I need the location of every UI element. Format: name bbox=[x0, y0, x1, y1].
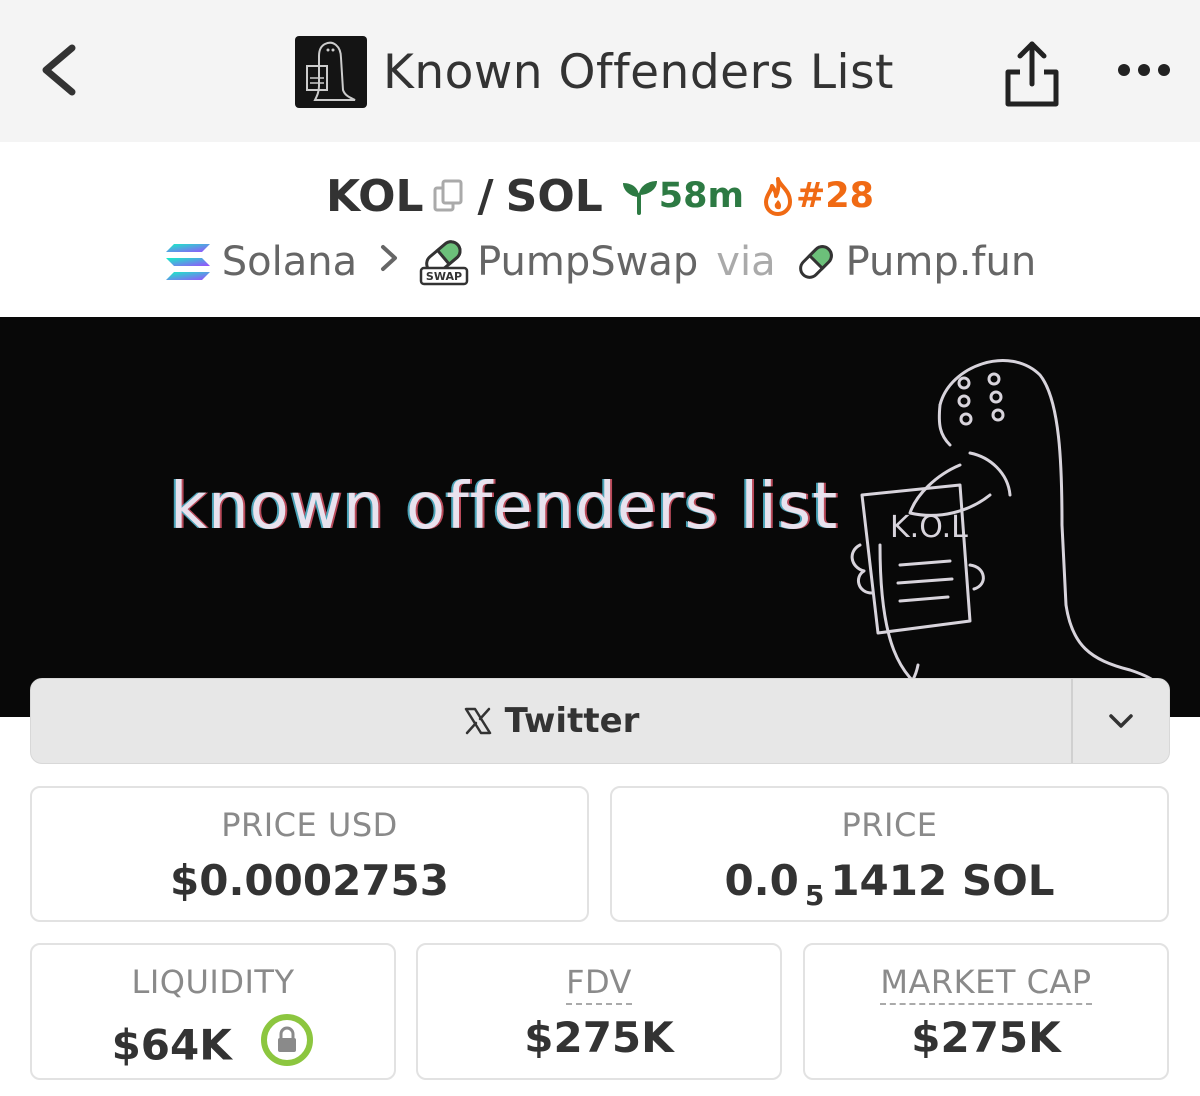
price-native-card: PRICE 0.0 5 1412 SOL bbox=[610, 786, 1169, 922]
fdv-label: FDV bbox=[566, 963, 632, 1005]
liquidity-card: LIQUIDITY $64K bbox=[30, 943, 396, 1080]
top-bar: Known Offenders List bbox=[0, 0, 1200, 142]
pair-quote-symbol: SOL bbox=[505, 170, 603, 222]
price-digits: 1412 SOL bbox=[830, 856, 1055, 905]
trending-rank[interactable]: #28 bbox=[760, 176, 874, 216]
liquidity-row: $64K bbox=[32, 1013, 394, 1077]
chevron-down-icon bbox=[1109, 714, 1133, 728]
chain-breadcrumb: Solana SWAP PumpSwap via Pump.fun bbox=[0, 234, 1200, 290]
page-title: Known Offenders List bbox=[383, 44, 894, 100]
price-native-value: 0.0 5 1412 SOL bbox=[612, 856, 1167, 912]
market-cap-value: $275K bbox=[911, 1013, 1061, 1062]
more-options-icon[interactable] bbox=[1114, 50, 1174, 90]
price-zero-count: 5 bbox=[804, 879, 825, 912]
liquidity-label: LIQUIDITY bbox=[131, 963, 295, 1001]
market-cap-label: MARKET CAP bbox=[880, 963, 1092, 1005]
fdv-value: $275K bbox=[524, 1013, 674, 1062]
network-name[interactable]: Solana bbox=[222, 239, 357, 285]
fdv-card[interactable]: FDV $275K bbox=[416, 943, 782, 1080]
social-links-bar: Twitter bbox=[30, 678, 1170, 764]
social-dropdown-button[interactable] bbox=[1073, 679, 1169, 763]
pumpswap-icon: SWAP bbox=[419, 238, 469, 286]
dex-name[interactable]: PumpSwap bbox=[477, 239, 698, 285]
x-logo-icon bbox=[464, 707, 491, 735]
seedling-icon bbox=[622, 181, 657, 215]
twitter-label: Twitter bbox=[504, 701, 640, 741]
pair-row: KOL / SOL 58m #28 bbox=[0, 166, 1200, 226]
pair-separator: / bbox=[477, 170, 494, 222]
market-cap-card[interactable]: MARKET CAP $275K bbox=[803, 943, 1169, 1080]
token-header: Known Offenders List bbox=[295, 36, 894, 108]
lock-icon[interactable] bbox=[260, 1013, 314, 1077]
banner-sign-text: K.O.L bbox=[890, 510, 968, 545]
pair-base-symbol: KOL bbox=[325, 170, 424, 222]
share-icon[interactable] bbox=[1000, 38, 1064, 108]
price-prefix: 0.0 bbox=[724, 856, 799, 905]
swap-badge-text: SWAP bbox=[426, 270, 462, 283]
pair-age-value: 58m bbox=[658, 176, 744, 216]
liquidity-value: $64K bbox=[111, 1020, 232, 1070]
solana-icon bbox=[164, 242, 212, 282]
pumpfun-icon bbox=[794, 240, 838, 284]
trending-rank-value: #28 bbox=[795, 176, 874, 216]
token-banner: known offenders list K.O.L bbox=[0, 317, 1200, 717]
price-native-label: PRICE bbox=[841, 806, 938, 844]
price-usd-card: PRICE USD $0.0002753 bbox=[30, 786, 589, 922]
price-usd-value: $0.0002753 bbox=[170, 856, 449, 905]
copy-icon[interactable] bbox=[432, 178, 464, 214]
fire-icon bbox=[763, 177, 792, 216]
pair-age: 58m bbox=[619, 176, 744, 216]
chevron-right-icon bbox=[379, 242, 399, 282]
back-icon[interactable] bbox=[34, 40, 94, 100]
twitter-button[interactable]: Twitter bbox=[31, 679, 1071, 763]
launchpad-name[interactable]: Pump.fun bbox=[846, 239, 1037, 285]
price-usd-label: PRICE USD bbox=[221, 806, 398, 844]
penguin-illustration: K.O.L bbox=[850, 359, 1160, 701]
banner-title: known offenders list bbox=[170, 470, 839, 544]
token-avatar bbox=[295, 36, 367, 108]
via-label: via bbox=[716, 239, 776, 285]
